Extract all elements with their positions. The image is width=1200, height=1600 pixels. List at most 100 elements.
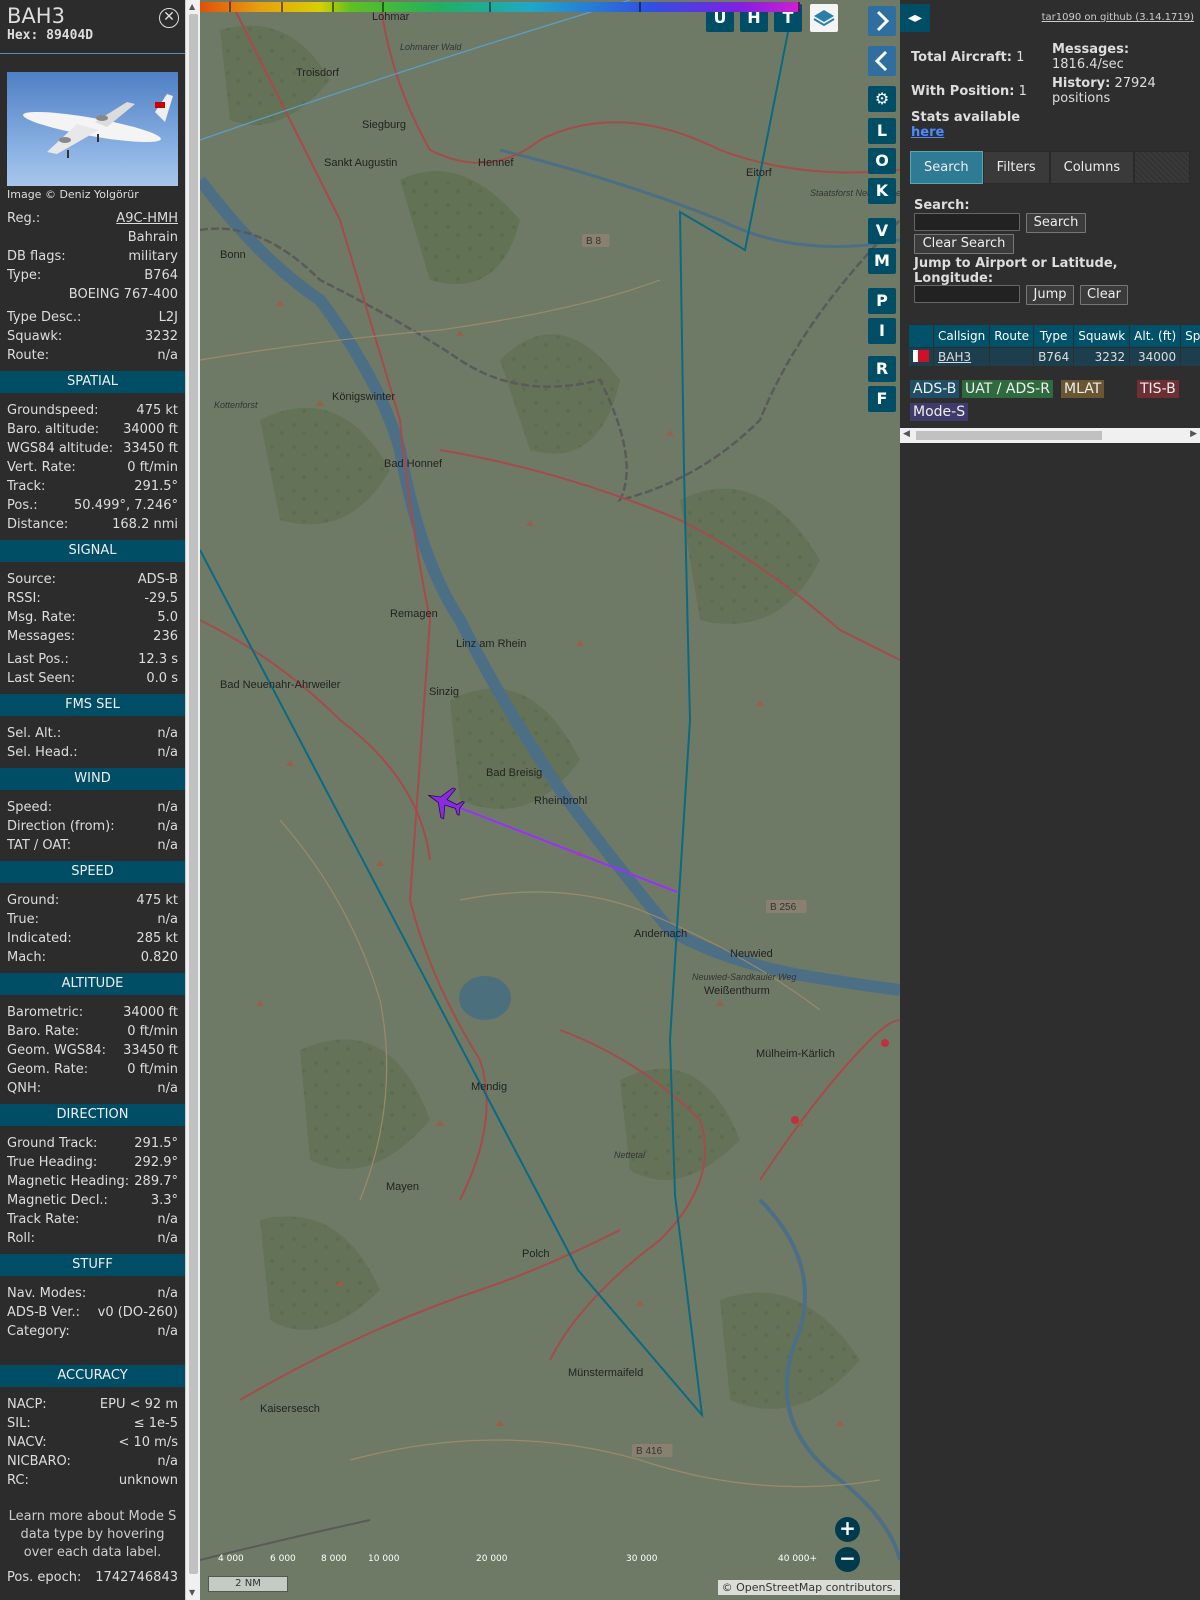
column-header-squawk[interactable]: Squawk (1073, 324, 1131, 348)
aircraft-photo[interactable] (7, 72, 178, 186)
info-label[interactable]: Geom. WGS84: (7, 1041, 106, 1060)
info-label[interactable]: Ground Track: (7, 1134, 97, 1153)
info-label[interactable]: SIL: (7, 1414, 31, 1433)
scroll-down-icon[interactable]: ▼ (189, 1588, 195, 1597)
column-header-type[interactable]: Type (1033, 324, 1075, 348)
place-label-polch: Polch (522, 1248, 550, 1260)
info-label[interactable]: Track: (7, 477, 45, 496)
info-label[interactable]: Groundspeed: (7, 401, 98, 420)
info-label[interactable]: Track Rate: (7, 1210, 79, 1229)
info-label[interactable]: RSSI: (7, 589, 41, 608)
scroll-left-icon[interactable]: ◀ (903, 429, 910, 439)
info-label[interactable]: NACV: (7, 1433, 47, 1452)
h-scroll-thumb[interactable] (916, 431, 1102, 440)
info-label[interactable]: Distance: (7, 515, 68, 534)
section-altitude: ALTITUDE (0, 973, 185, 995)
info-label[interactable]: Messages: (7, 627, 75, 646)
column-header-value[interactable] (908, 324, 934, 348)
info-row-indicated: Indicated: 285 kt (0, 929, 185, 948)
info-label[interactable]: Last Seen: (7, 669, 75, 688)
map-canvas[interactable]: LohmarTroisdorfSiegburgSankt Augustin Hen… (200, 0, 900, 1600)
layers-icon[interactable] (810, 4, 838, 32)
info-row-sel-head: Sel. Head.: n/a (0, 743, 185, 762)
info-label[interactable]: NACP: (7, 1395, 47, 1414)
button-R[interactable]: R (868, 356, 896, 382)
table-horizontal-scrollbar[interactable]: ◀ ▶ (900, 428, 1200, 443)
info-label[interactable]: Baro. Rate: (7, 1022, 79, 1041)
stats-here-link[interactable]: here (911, 125, 944, 140)
tab-search[interactable]: Search (910, 151, 983, 184)
gear-icon[interactable]: ⚙ (868, 86, 896, 112)
chevron-left-icon[interactable] (868, 46, 896, 76)
info-label[interactable]: Roll: (7, 1229, 35, 1248)
map-attribution[interactable]: © OpenStreetMap contributors. (717, 1580, 900, 1595)
scroll-right-icon[interactable]: ▶ (1190, 429, 1197, 439)
scroll-thumb[interactable] (189, 14, 198, 1574)
jump-input[interactable] (914, 285, 1020, 303)
info-label[interactable]: ADS-B Ver.: (7, 1303, 80, 1322)
info-label[interactable]: WGS84 altitude: (7, 439, 113, 458)
scroll-up-icon[interactable]: ▲ (189, 2, 195, 11)
button-V[interactable]: V (868, 218, 896, 244)
search-button[interactable]: Search (1026, 213, 1086, 233)
info-label[interactable]: QNH: (7, 1079, 41, 1098)
info-scrollbar[interactable]: ▲ ▼ (185, 0, 200, 1600)
info-label[interactable]: Nav. Modes: (7, 1284, 86, 1303)
info-label[interactable]: True: (7, 910, 39, 929)
clear-button[interactable]: Clear (1080, 285, 1128, 305)
search-input[interactable] (914, 213, 1020, 231)
column-header-spd[interactable]: Spd. (1180, 324, 1200, 348)
info-label[interactable]: Msg. Rate: (7, 608, 76, 627)
expand-collapse-icon[interactable]: ◂▸ (900, 4, 930, 32)
info-label[interactable]: Mach: (7, 948, 46, 967)
info-label[interactable]: True Heading: (7, 1153, 97, 1172)
zoom-out-button[interactable]: − (835, 1547, 860, 1572)
button-I[interactable]: I (868, 318, 896, 344)
info-label[interactable]: Category: (7, 1322, 70, 1341)
history-label: History: (1052, 76, 1111, 91)
clear-search-button[interactable]: Clear Search (914, 234, 1014, 254)
close-icon[interactable]: ✕ (159, 8, 179, 28)
button-P[interactable]: P (868, 288, 896, 314)
info-label[interactable]: Sel. Head.: (7, 743, 78, 762)
tab-filters[interactable]: Filters (982, 151, 1050, 184)
zoom-in-button[interactable]: + (835, 1517, 860, 1542)
button-M[interactable]: M (868, 248, 896, 274)
info-label[interactable]: Vert. Rate: (7, 458, 76, 477)
column-header-callsign[interactable]: Callsign (932, 324, 991, 348)
button-F[interactable]: F (868, 386, 896, 412)
registration-link[interactable]: A9C-HMH (116, 209, 178, 228)
callsign-link[interactable]: BAH3 (938, 350, 971, 364)
info-label[interactable]: Direction (from): (7, 817, 115, 836)
jump-button[interactable]: Jump (1026, 285, 1074, 305)
info-label[interactable]: Pos.: (7, 496, 38, 515)
column-header-route[interactable]: Route (989, 324, 1035, 348)
info-label[interactable]: Geom. Rate: (7, 1060, 88, 1079)
button-L[interactable]: L (868, 118, 896, 144)
button-K[interactable]: K (868, 178, 896, 204)
info-label[interactable]: Ground: (7, 891, 59, 910)
chevron-right-icon[interactable] (868, 6, 896, 36)
info-label[interactable]: Speed: (7, 798, 52, 817)
info-label[interactable]: Last Pos.: (7, 650, 69, 669)
column-header-alt-ft[interactable]: Alt. (ft) (1129, 324, 1182, 348)
info-label[interactable]: TAT / OAT: (7, 836, 71, 855)
aircraft-table: CallsignRouteTypeSquawkAlt. (ft)Spd. BAH… (908, 324, 1200, 367)
legend-tis-b: TIS-B (1137, 380, 1179, 398)
tab-columns[interactable]: Columns (1049, 151, 1135, 184)
table-row[interactable]: BAH3 B764 3232 34000 (908, 347, 1200, 367)
info-label[interactable]: Magnetic Decl.: (7, 1191, 108, 1210)
callsign-cell[interactable]: BAH3 (932, 347, 991, 367)
info-label[interactable]: RC: (7, 1471, 29, 1490)
map-view[interactable]: Lohmar Troisdorf Siegburg Sankt Augustin Hen… (200, 0, 900, 1600)
info-label[interactable]: NICBARO: (7, 1452, 71, 1471)
button-O[interactable]: O (868, 148, 896, 174)
info-label[interactable]: Sel. Alt.: (7, 724, 61, 743)
info-label[interactable]: Source: (7, 570, 56, 589)
info-label[interactable]: Magnetic Heading: (7, 1172, 129, 1191)
github-link[interactable]: tar1090 on github (3.14.1719) (1042, 12, 1194, 23)
info-label[interactable]: Barometric: (7, 1003, 83, 1022)
info-row-boeing-767-400: BOEING 767-400 (0, 285, 185, 304)
info-label[interactable]: Indicated: (7, 929, 72, 948)
info-label[interactable]: Baro. altitude: (7, 420, 99, 439)
